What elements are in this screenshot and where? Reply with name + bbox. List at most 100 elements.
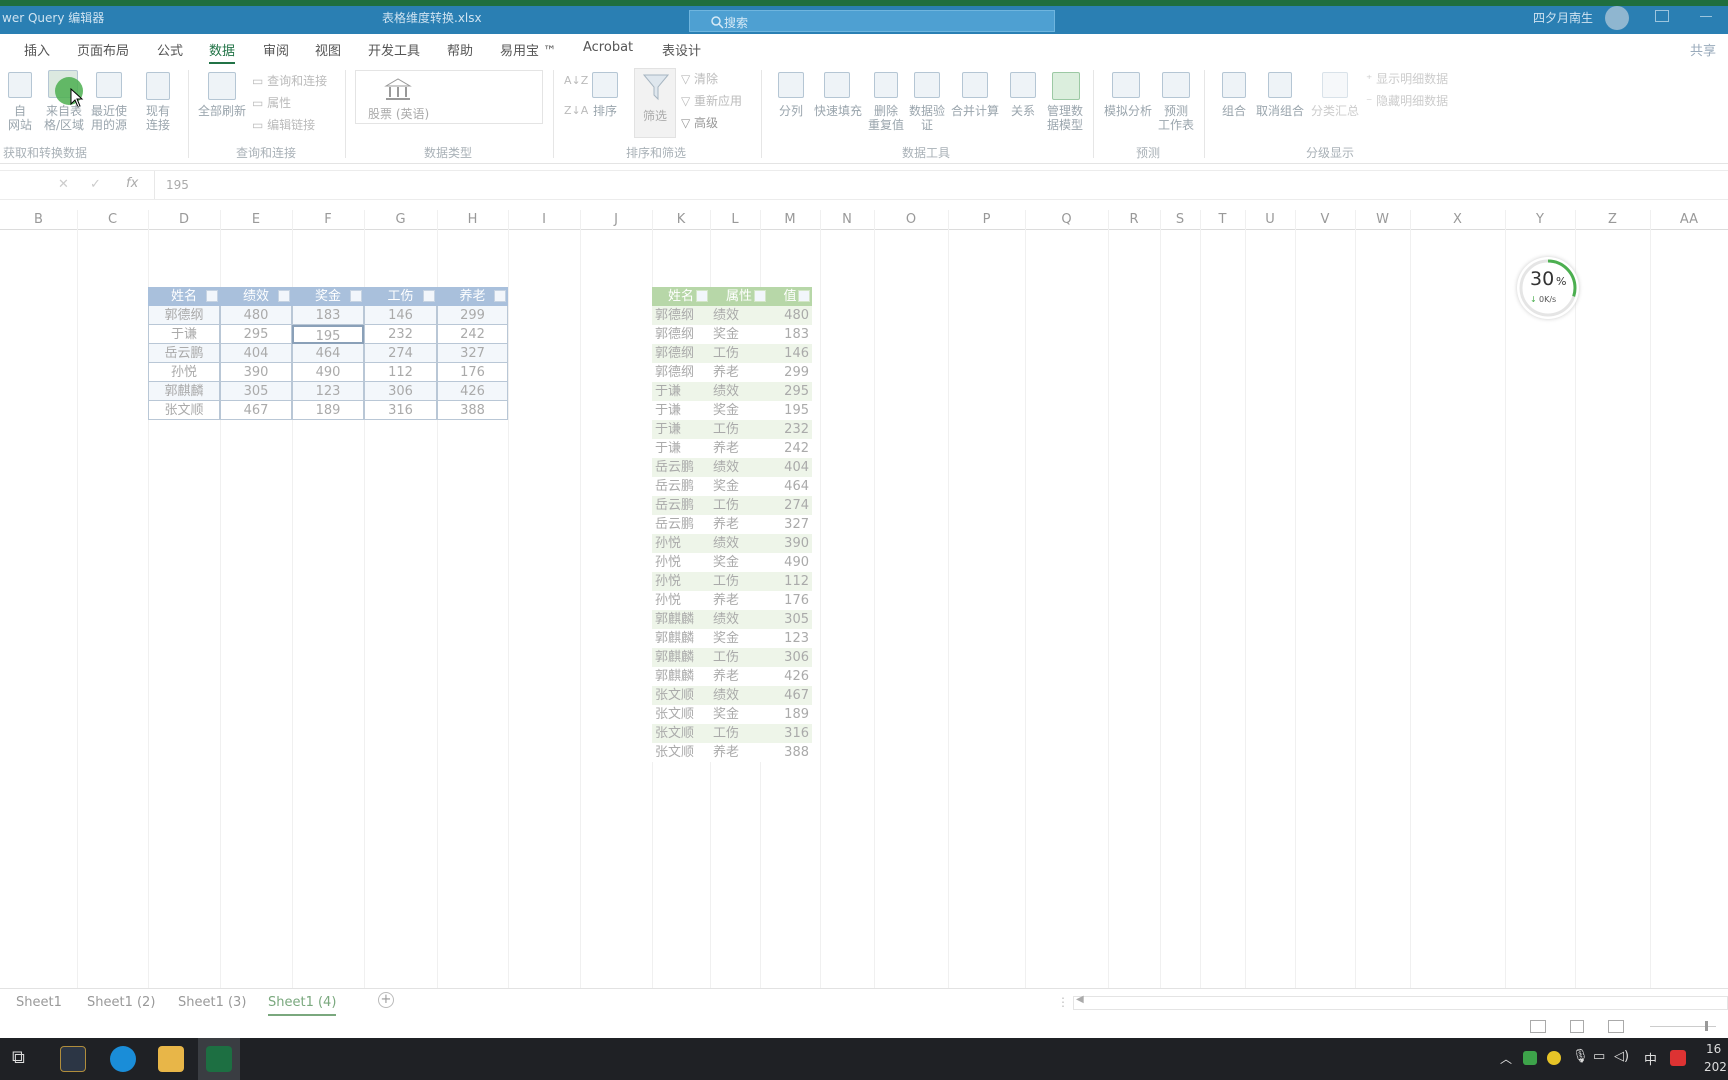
table2-cell[interactable]: 于谦 <box>652 382 710 401</box>
column-header-B[interactable]: B <box>0 212 77 227</box>
show-detail-button[interactable]: ⁺ 显示明细数据 <box>1366 70 1448 87</box>
table1-header-cell[interactable]: 工伤 <box>364 287 437 306</box>
table1-cell[interactable]: 郭麒麟 <box>148 382 220 401</box>
enter-icon[interactable]: ✓ <box>90 177 101 192</box>
table1-cell[interactable]: 404 <box>220 344 292 363</box>
table1-cell[interactable]: 232 <box>364 325 437 344</box>
table1-header-cell[interactable]: 奖金 <box>292 287 364 306</box>
fx-icon[interactable]: fx <box>126 176 138 191</box>
table2-cell[interactable]: 404 <box>768 458 812 477</box>
table1-cell[interactable]: 295 <box>220 325 292 344</box>
table1-header-cell[interactable]: 养老 <box>437 287 508 306</box>
table2-cell[interactable]: 养老 <box>710 515 768 534</box>
minimize-icon[interactable] <box>1700 16 1712 17</box>
table2-cell[interactable]: 467 <box>768 686 812 705</box>
group-button[interactable]: 组合 <box>1216 104 1252 118</box>
column-header-P[interactable]: P <box>948 212 1025 227</box>
scroll-left-icon[interactable]: ◀ <box>1076 994 1084 1005</box>
table2-cell[interactable]: 郭德纲 <box>652 344 710 363</box>
filter-dropdown-icon[interactable] <box>754 290 766 302</box>
column-header-J[interactable]: J <box>580 212 652 227</box>
column-header-E[interactable]: E <box>220 212 292 227</box>
table2-cell[interactable]: 郭麒麟 <box>652 629 710 648</box>
table2-cell[interactable]: 奖金 <box>710 705 768 724</box>
tray-recycle-icon[interactable] <box>1523 1051 1537 1065</box>
table2-cell[interactable]: 于谦 <box>652 401 710 420</box>
sheet-tab-4[interactable]: Sheet1 (4) <box>268 995 337 1016</box>
subtotal-button[interactable]: 分类汇总 <box>1308 104 1362 118</box>
table2-cell[interactable]: 327 <box>768 515 812 534</box>
table2-cell[interactable]: 305 <box>768 610 812 629</box>
table1-cell[interactable]: 孙悦 <box>148 363 220 382</box>
table2-cell[interactable]: 奖金 <box>710 401 768 420</box>
excel-taskbar-active[interactable] <box>198 1038 240 1080</box>
table1-cell[interactable]: 张文顺 <box>148 401 220 420</box>
tab-formulas[interactable]: 公式 <box>157 40 183 59</box>
tab-help[interactable]: 帮助 <box>447 40 473 59</box>
table2-cell[interactable]: 奖金 <box>710 325 768 344</box>
table1-cell[interactable]: 189 <box>292 401 364 420</box>
table1-header-cell[interactable]: 姓名 <box>148 287 220 306</box>
table2-cell[interactable]: 郭德纲 <box>652 306 710 325</box>
tab-page-layout[interactable]: 页面布局 <box>77 40 129 59</box>
table2-cell[interactable]: 养老 <box>710 363 768 382</box>
table2-cell[interactable]: 工伤 <box>710 724 768 743</box>
table1-cell[interactable]: 306 <box>364 382 437 401</box>
remove-duplicates-button[interactable]: 删除 重复值 <box>866 104 906 132</box>
tab-review[interactable]: 审阅 <box>263 40 289 59</box>
from-web-button[interactable]: 自 网站 <box>4 104 36 132</box>
table2-cell[interactable]: 岳云鹏 <box>652 515 710 534</box>
column-header-Y[interactable]: Y <box>1505 212 1575 227</box>
table2-cell[interactable]: 孙悦 <box>652 591 710 610</box>
table2-cell[interactable]: 奖金 <box>710 477 768 496</box>
table2-cell[interactable]: 112 <box>768 572 812 591</box>
add-sheet-icon[interactable]: + <box>378 992 394 1008</box>
table2-cell[interactable]: 工伤 <box>710 572 768 591</box>
refresh-all-button[interactable]: 全部刷新 <box>196 104 248 118</box>
sheet-tab-3[interactable]: Sheet1 (3) <box>178 995 246 1010</box>
clear-button[interactable]: ▽ 清除 <box>681 70 718 87</box>
tray-expand-icon[interactable]: ︿ <box>1500 1050 1512 1067</box>
tab-acrobat[interactable]: Acrobat <box>583 40 633 55</box>
forecast-sheet-button[interactable]: 预测 工作表 <box>1156 104 1196 132</box>
tab-view[interactable]: 视图 <box>315 40 341 59</box>
table1-cell[interactable]: 183 <box>292 306 364 325</box>
filter-dropdown-icon[interactable] <box>494 290 506 302</box>
microphone-icon[interactable]: 🎙 <box>1572 1049 1589 1064</box>
column-header-C[interactable]: C <box>77 212 148 227</box>
table2-cell[interactable]: 146 <box>768 344 812 363</box>
table2-cell[interactable]: 郭德纲 <box>652 325 710 344</box>
column-header-K[interactable]: K <box>652 212 710 227</box>
column-header-G[interactable]: G <box>364 212 437 227</box>
table2-cell[interactable]: 242 <box>768 439 812 458</box>
table1-cell[interactable]: 242 <box>437 325 508 344</box>
reapply-button[interactable]: ▽ 重新应用 <box>681 92 742 109</box>
table1-cell[interactable]: 郭德纲 <box>148 306 220 325</box>
normal-view-icon[interactable] <box>1530 1020 1546 1033</box>
table2-cell[interactable]: 183 <box>768 325 812 344</box>
sort-za-button[interactable]: Z↓A <box>564 104 588 117</box>
tab-yiyongbao[interactable]: 易用宝 ™ <box>500 40 556 59</box>
hide-detail-button[interactable]: ⁻ 隐藏明细数据 <box>1366 92 1448 109</box>
table2-cell[interactable]: 工伤 <box>710 496 768 515</box>
split-column-button[interactable]: 分列 <box>774 104 808 118</box>
table2-cell[interactable]: 绩效 <box>710 686 768 705</box>
consolidate-button[interactable]: 合并计算 <box>948 104 1002 118</box>
column-header-Z[interactable]: Z <box>1575 212 1650 227</box>
avatar[interactable] <box>1605 6 1629 30</box>
relationships-button[interactable]: 关系 <box>1006 104 1040 118</box>
column-header-H[interactable]: H <box>437 212 508 227</box>
column-header-O[interactable]: O <box>874 212 948 227</box>
table1-cell[interactable]: 274 <box>364 344 437 363</box>
table1-cell[interactable]: 490 <box>292 363 364 382</box>
filter-dropdown-icon[interactable] <box>423 290 435 302</box>
table2-cell[interactable]: 316 <box>768 724 812 743</box>
tab-data[interactable]: 数据 <box>209 40 236 64</box>
table2-cell[interactable]: 养老 <box>710 667 768 686</box>
column-header-I[interactable]: I <box>508 212 580 227</box>
table2-cell[interactable]: 295 <box>768 382 812 401</box>
table1-cell[interactable]: 426 <box>437 382 508 401</box>
table1-cell[interactable]: 390 <box>220 363 292 382</box>
table2-cell[interactable]: 绩效 <box>710 458 768 477</box>
table2-cell[interactable]: 工伤 <box>710 648 768 667</box>
